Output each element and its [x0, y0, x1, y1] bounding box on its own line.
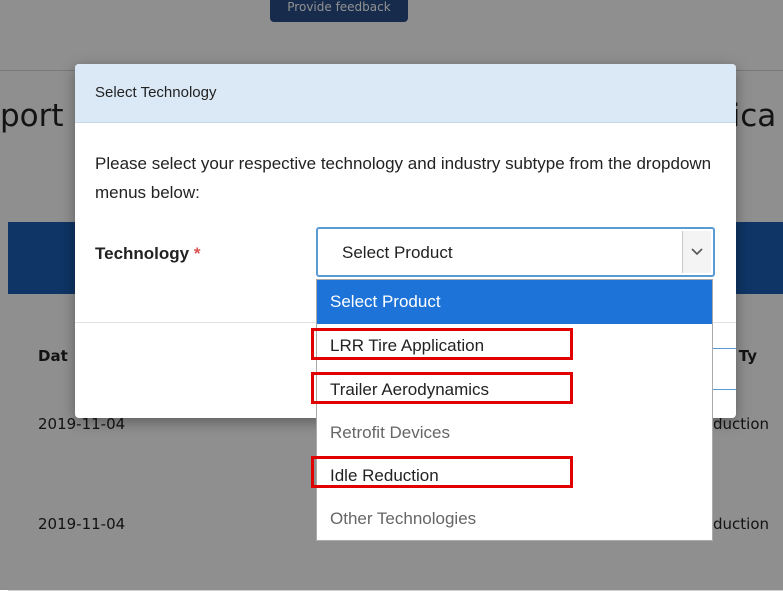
option-select-product[interactable]: Select Product	[317, 280, 712, 324]
modal-header: Select Technology	[75, 64, 736, 123]
technology-select[interactable]: Select Product	[316, 227, 715, 277]
technology-dropdown-list: Select Product LRR Tire Application Trai…	[316, 279, 713, 541]
technology-select-value: Select Product	[342, 243, 453, 262]
required-marker: *	[193, 244, 201, 263]
option-other-technologies[interactable]: Other Technologies	[317, 497, 712, 541]
highlight-box-trailer-aero	[311, 372, 573, 404]
highlight-box-lrr-tire	[311, 328, 573, 360]
option-retrofit-devices[interactable]: Retrofit Devices	[317, 411, 712, 455]
modal-description: Please select your respective technology…	[95, 154, 712, 202]
highlight-box-idle-reduction	[311, 456, 573, 488]
technology-label-text: Technology	[95, 244, 190, 263]
modal-title: Select Technology	[95, 84, 217, 101]
chevron-down-icon[interactable]	[682, 231, 711, 273]
technology-label: Technology *	[95, 244, 201, 264]
